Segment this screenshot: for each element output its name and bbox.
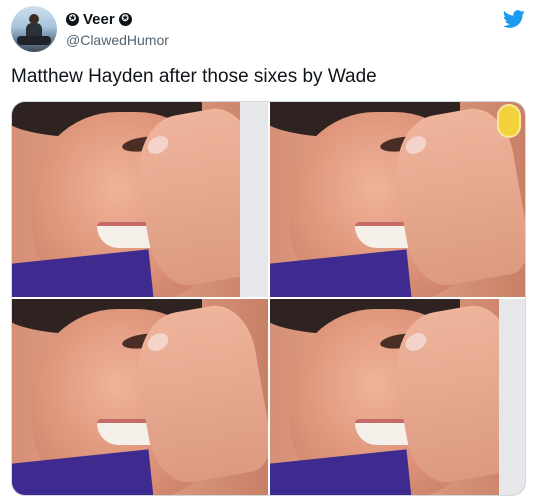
media-panel-bottom-left[interactable] bbox=[12, 299, 268, 495]
star-badge-icon: ✪ bbox=[118, 13, 132, 26]
tweet-media-grid[interactable] bbox=[11, 101, 526, 496]
media-panel-bottom-right[interactable] bbox=[270, 299, 525, 495]
tweet-text: Matthew Hayden after those sixes by Wade bbox=[11, 66, 377, 87]
avatar-motorbike bbox=[17, 36, 51, 45]
avatar[interactable] bbox=[11, 6, 57, 52]
emoji-sticker-icon bbox=[497, 104, 521, 138]
display-name[interactable]: Veer bbox=[83, 11, 115, 28]
background-window bbox=[240, 102, 268, 297]
avatar-person-body bbox=[26, 23, 42, 37]
media-panel-top-left[interactable] bbox=[12, 102, 268, 297]
twitter-bird-icon[interactable] bbox=[502, 8, 526, 30]
user-handle[interactable]: @ClawedHumor bbox=[66, 32, 169, 48]
media-panel-top-right[interactable] bbox=[270, 102, 525, 297]
background-window bbox=[499, 299, 525, 495]
star-badge-icon: ✪ bbox=[66, 13, 79, 26]
tweet-header: ✪ Veer ✪ @ClawedHumor bbox=[11, 6, 526, 56]
display-name-row[interactable]: ✪ Veer ✪ bbox=[66, 11, 132, 28]
